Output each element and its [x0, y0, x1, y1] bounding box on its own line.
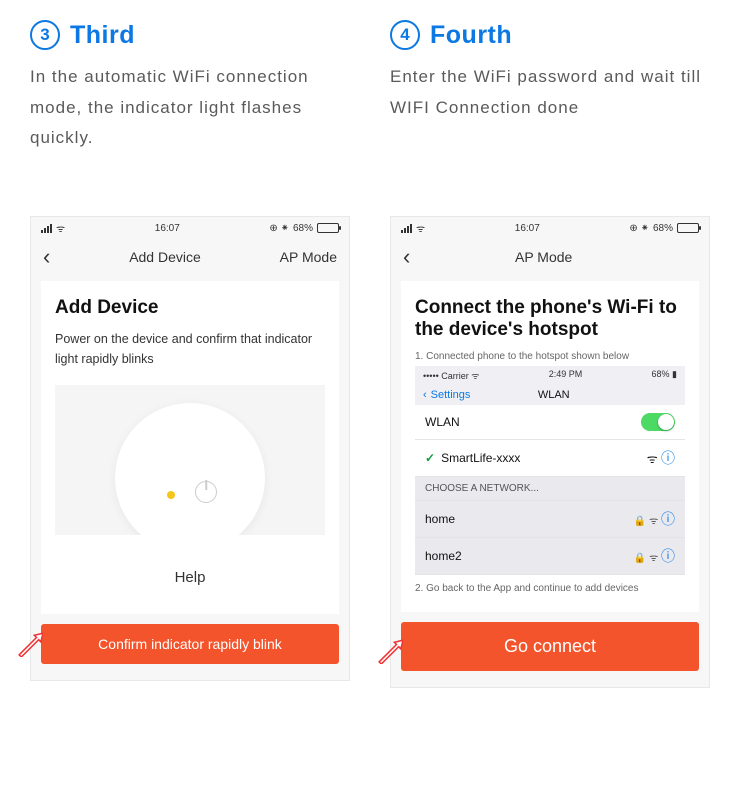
step-description: Enter the WiFi password and wait till WI…	[390, 62, 720, 192]
wifi-icon: ᯤ	[647, 452, 658, 466]
bluetooth-icon: ⊕ ⁕	[629, 223, 649, 234]
info-icon[interactable]: ⓘ	[661, 450, 675, 466]
go-connect-button[interactable]: Go connect	[401, 622, 699, 671]
bluetooth-icon: ⊕ ⁕	[269, 223, 289, 234]
status-bar: ᯤ 16:07 ⊕ ⁕ 68%	[391, 217, 709, 239]
network-name: home	[425, 512, 455, 526]
confirm-blink-button[interactable]: Confirm indicator rapidly blink	[41, 624, 339, 664]
settings-battery: 68%	[652, 369, 670, 379]
step-third-column: 3 Third In the automatic WiFi connection…	[30, 20, 360, 790]
wlan-label: WLAN	[425, 415, 460, 429]
instruction-step1: 1. Connected phone to the hotspot shown …	[415, 351, 685, 362]
signal-icon	[41, 224, 52, 233]
step-header: 3 Third	[30, 20, 360, 50]
network-name: home2	[425, 549, 462, 563]
wifi-icon: ᯤ	[416, 221, 425, 235]
back-icon[interactable]: ‹	[403, 244, 410, 270]
status-bar: ᯤ 16:07 ⊕ ⁕ 68%	[31, 217, 349, 239]
nav-title: Add Device	[129, 249, 201, 265]
lock-icon: 🔒	[634, 553, 646, 564]
wifi-icon: ᯤ	[56, 221, 65, 235]
connected-ssid: SmartLife-xxxx	[441, 451, 520, 465]
signal-icon	[401, 224, 412, 233]
step-header: 4 Fourth	[390, 20, 720, 50]
pointer-arrow-icon	[17, 631, 43, 662]
nav-title: AP Mode	[515, 249, 572, 265]
network-row-home2[interactable]: home2 🔒 ᯤ ⓘ	[415, 538, 685, 575]
info-icon[interactable]: ⓘ	[661, 511, 675, 527]
carrier-label: Carrier	[441, 371, 469, 381]
back-icon[interactable]: ‹	[43, 244, 50, 270]
choose-network-header: CHOOSE A NETWORK...	[415, 477, 685, 501]
toggle-on-icon[interactable]	[641, 413, 675, 431]
nav-bar: ‹ AP Mode	[391, 239, 709, 275]
info-icon[interactable]: ⓘ	[661, 548, 675, 564]
battery-icon	[677, 223, 699, 233]
add-device-card: Add Device Power on the device and confi…	[41, 281, 339, 614]
status-time: 16:07	[515, 223, 540, 234]
wlan-toggle-row[interactable]: WLAN	[415, 405, 685, 440]
phone-mock-third: ᯤ 16:07 ⊕ ⁕ 68% ‹ Add Device AP Mode Add…	[30, 216, 350, 681]
power-icon	[195, 481, 217, 503]
check-icon: ✓	[425, 451, 435, 465]
step-number-circle: 3	[30, 20, 60, 50]
card-subtext: Power on the device and confirm that ind…	[55, 329, 325, 369]
pointer-arrow-icon	[377, 638, 403, 669]
battery-pct: 68%	[293, 223, 313, 234]
step-number-circle: 4	[390, 20, 420, 50]
step-title: Fourth	[430, 21, 512, 50]
card-heading: Connect the phone's Wi-Fi to the device'…	[415, 297, 685, 341]
settings-title: WLAN	[474, 389, 633, 401]
settings-time: 2:49 PM	[549, 369, 583, 382]
device-illustration	[55, 385, 325, 535]
nav-bar: ‹ Add Device AP Mode	[31, 239, 349, 275]
lock-icon: 🔒	[634, 516, 646, 527]
battery-icon	[317, 223, 339, 233]
phone-mock-fourth: ᯤ 16:07 ⊕ ⁕ 68% ‹ AP Mode Connect the ph…	[390, 216, 710, 688]
settings-screenshot: ••••• Carrier ᯤ 2:49 PM 68% ▮ ‹ Settings…	[415, 366, 685, 575]
chevron-left-icon[interactable]: ‹	[423, 389, 427, 401]
settings-back-label[interactable]: Settings	[431, 389, 471, 401]
connected-network-row[interactable]: ✓ SmartLife-xxxx ᯤ ⓘ	[415, 440, 685, 477]
help-link[interactable]: Help	[55, 569, 325, 586]
step-title: Third	[70, 21, 135, 50]
card-heading: Add Device	[55, 297, 325, 319]
step-fourth-column: 4 Fourth Enter the WiFi password and wai…	[390, 20, 720, 790]
nav-mode-link[interactable]: AP Mode	[280, 249, 337, 265]
indicator-light-icon	[167, 491, 175, 499]
connect-hotspot-card: Connect the phone's Wi-Fi to the device'…	[401, 281, 699, 612]
instruction-step2: 2. Go back to the App and continue to ad…	[415, 583, 685, 594]
battery-pct: 68%	[653, 223, 673, 234]
network-row-home[interactable]: home 🔒 ᯤ ⓘ	[415, 501, 685, 538]
status-time: 16:07	[155, 223, 180, 234]
step-description: In the automatic WiFi connection mode, t…	[30, 62, 360, 192]
